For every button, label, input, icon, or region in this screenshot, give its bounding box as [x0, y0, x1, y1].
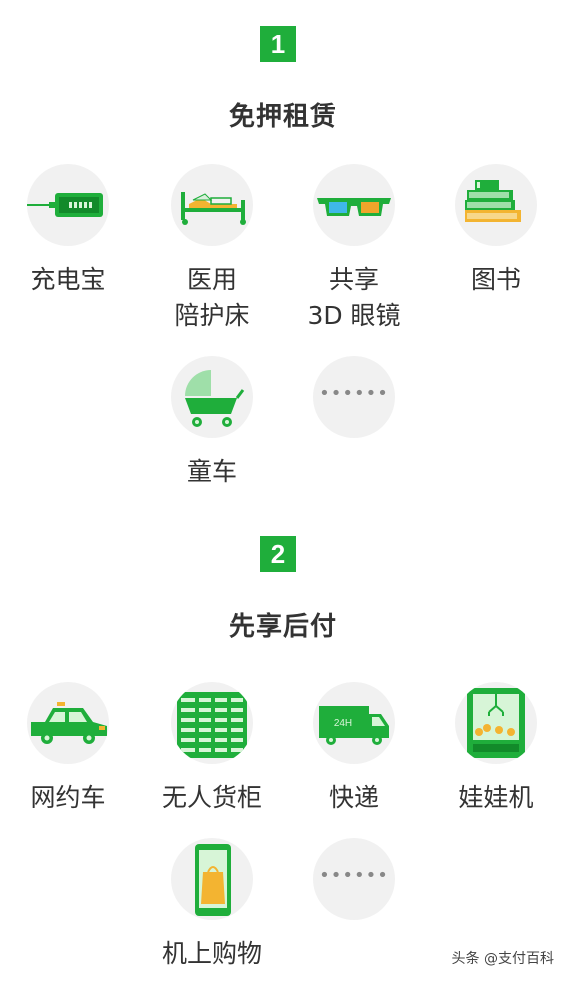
item-stroller[interactable]: 童车 [152, 356, 272, 490]
item-label: 童车 [186, 457, 237, 486]
more-dots: •••••• [319, 383, 389, 404]
item-label-line-1: 共享 [328, 265, 379, 294]
more-dots: •••••• [319, 865, 389, 886]
item-3d-glasses[interactable]: 共享 3D 眼镜 [294, 164, 414, 334]
stroller-icon [171, 356, 253, 438]
item-label: 机上购物 [161, 939, 262, 968]
item-more[interactable]: •••••• [294, 356, 414, 438]
section-title: 免押租赁 [228, 102, 337, 132]
section-title: 先享后付 [228, 612, 337, 642]
inflight-shopping-icon [171, 838, 253, 920]
item-label: 充电宝 [30, 265, 106, 294]
item-books[interactable]: 图书 [436, 164, 556, 298]
power-bank-icon [27, 164, 109, 246]
item-ride-hailing[interactable]: 网约车 [8, 682, 128, 816]
item-label: 快递 [328, 783, 379, 812]
item-label: 无人货柜 [161, 783, 262, 812]
delivery-truck-icon: 24H [313, 682, 395, 764]
truck-24h-text: 24H [334, 718, 352, 729]
claw-machine-icon [455, 682, 537, 764]
3d-glasses-icon [313, 164, 395, 246]
item-label-line-1: 医用 [186, 265, 237, 294]
item-claw-machine[interactable]: 娃娃机 [436, 682, 556, 816]
vending-locker-icon [171, 682, 253, 764]
watermark: 头条 @支付百科 [451, 951, 554, 967]
section-number-badge: 2 [260, 536, 296, 572]
more-icon: •••••• [313, 838, 395, 920]
item-more[interactable]: •••••• [294, 838, 414, 920]
hospital-bed-icon [171, 164, 253, 246]
item-label: 网约车 [30, 783, 106, 812]
item-hospital-bed[interactable]: 医用 陪护床 [152, 164, 272, 334]
section-number-badge: 1 [260, 26, 296, 62]
item-power-bank[interactable]: 充电宝 [8, 164, 128, 298]
item-inflight-shopping[interactable]: 机上购物 [152, 838, 272, 972]
item-unmanned-locker[interactable]: 无人货柜 [152, 682, 272, 816]
item-label: 图书 [470, 265, 521, 294]
item-label-line-2: 3D 眼镜 [307, 301, 401, 330]
item-label: 娃娃机 [458, 783, 534, 812]
books-icon [455, 164, 537, 246]
item-express-delivery[interactable]: 24H 快递 [294, 682, 414, 816]
taxi-icon [27, 682, 109, 764]
item-label-line-2: 陪护床 [174, 301, 250, 330]
more-icon: •••••• [313, 356, 395, 438]
